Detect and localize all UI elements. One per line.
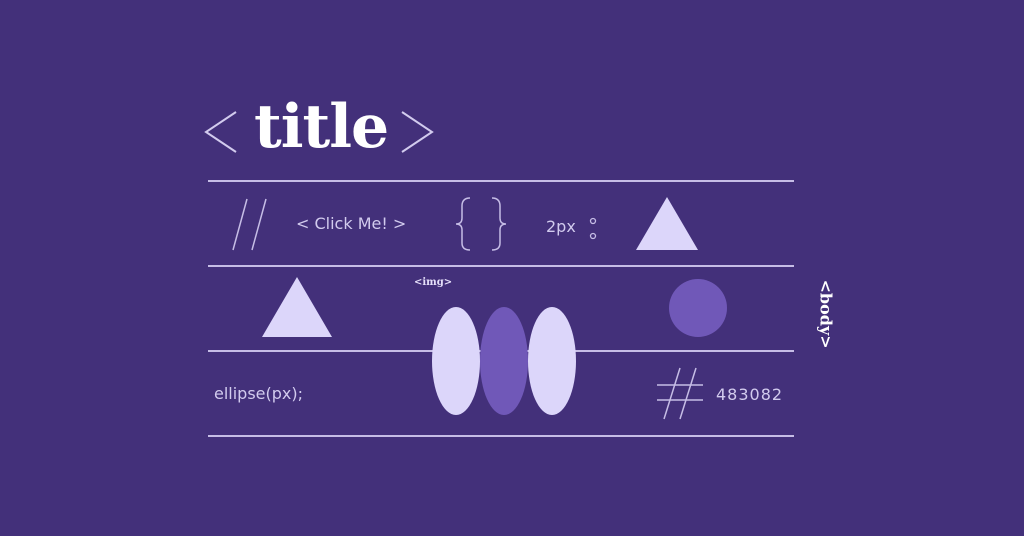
ellipse-shape-middle	[480, 307, 528, 415]
body-tag-label: <body>	[816, 279, 836, 349]
ellipse-shape-left	[432, 307, 480, 415]
shapes-layer	[432, 307, 703, 420]
size-text: 2px	[546, 217, 576, 236]
click-me-button[interactable]: < Click Me! >	[296, 214, 406, 233]
function-text: ellipse(px);	[214, 384, 304, 403]
hex-value-text: 483082	[716, 385, 784, 404]
hash-icon	[657, 367, 703, 420]
img-tag-label: <img>	[414, 277, 453, 288]
ellipse-shape-right	[528, 307, 576, 415]
page-title: title	[254, 92, 389, 162]
